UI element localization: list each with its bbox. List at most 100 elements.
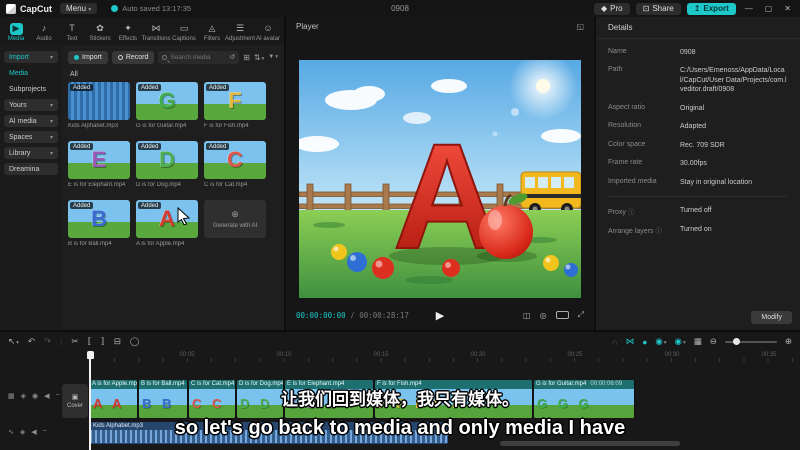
- hide-track-icon[interactable]: ◉: [32, 392, 38, 400]
- clip-a-apple[interactable]: A is for Apple.mp4 A A: [90, 380, 138, 418]
- modify-button[interactable]: Modify: [751, 311, 792, 324]
- tab-media[interactable]: ▶ Media: [2, 19, 30, 45]
- timeline-zoom-slider[interactable]: [724, 338, 777, 345]
- added-badge: Added: [70, 202, 94, 209]
- clip-b-ball[interactable]: B is for Ball.mp4 B B: [139, 380, 188, 418]
- clip-e-elephant[interactable]: E is for Elephant.mp4 E E E: [285, 380, 374, 418]
- media-card-f-fish[interactable]: Added F F is for Fish.mp4: [204, 82, 266, 129]
- share-button[interactable]: ⊡ Share: [635, 2, 681, 15]
- zoom-in-icon[interactable]: ⊕: [785, 336, 792, 347]
- split-icon[interactable]: ✂: [71, 336, 78, 347]
- playhead[interactable]: [86, 351, 94, 450]
- preview-scene: A: [299, 60, 581, 298]
- tab-transitions[interactable]: ⋈ Transitions: [141, 19, 170, 45]
- sidebar-item-ai-media[interactable]: AI media ▾: [4, 115, 58, 127]
- clip-g-guitar[interactable]: G is for Guitar.mp4 00:00:06:09 G G G: [534, 380, 635, 418]
- import-button[interactable]: Import: [68, 50, 108, 64]
- quality-badge[interactable]: [555, 311, 569, 319]
- undo-icon[interactable]: ↶: [28, 336, 35, 347]
- track-thumbnail-icon[interactable]: ▦: [8, 392, 15, 400]
- close-button[interactable]: ✕: [781, 4, 794, 13]
- collapse-track-icon[interactable]: −: [56, 392, 60, 400]
- tab-captions[interactable]: ▭ Captions: [170, 19, 198, 45]
- media-card-d-dog[interactable]: Added D D is for Dog.mp4: [136, 141, 198, 188]
- audio-track-header: ∿ ◈ ◀ −: [8, 428, 47, 436]
- play-button[interactable]: ▶: [436, 309, 444, 322]
- info-icon[interactable]: ⓘ: [628, 209, 635, 216]
- clip-f-fish[interactable]: F is for Fish.mp4 F F F F F: [375, 380, 533, 418]
- sidebar-item-import[interactable]: Import ▾: [4, 51, 58, 63]
- video-preview[interactable]: A: [299, 60, 581, 298]
- select-tool-icon[interactable]: ↖▾: [8, 336, 19, 347]
- tab-effects[interactable]: ✦ Effects: [114, 19, 142, 45]
- audio-waveform: [90, 430, 448, 443]
- cover-button[interactable]: ▣ Cover: [62, 384, 88, 418]
- sidebar-item-library[interactable]: Library ▾: [4, 147, 58, 159]
- info-icon[interactable]: ⓘ: [656, 228, 663, 235]
- collapse-track-icon[interactable]: −: [43, 428, 47, 436]
- magnet-icon[interactable]: ∩: [612, 337, 618, 347]
- horizontal-scrollbar[interactable]: [500, 441, 680, 446]
- zoom-out-icon[interactable]: ⊖: [710, 336, 717, 347]
- export-button[interactable]: ↥ Export: [686, 2, 736, 15]
- media-card-e-elephant[interactable]: Added E E is for Elephant.mp4: [68, 141, 130, 188]
- mute-track-icon[interactable]: ◀: [31, 428, 36, 436]
- inspect-icon[interactable]: ◎: [540, 311, 547, 320]
- compare-icon[interactable]: ◫: [523, 311, 531, 320]
- snap-icon[interactable]: ⋈: [626, 336, 635, 347]
- tab-filters[interactable]: ◬ Filters: [198, 19, 226, 45]
- lock-icon[interactable]: ◈: [21, 392, 26, 400]
- media-card-g-guitar[interactable]: Added G G is for Guitar.mp4: [136, 82, 198, 129]
- menu-button[interactable]: Menu ▾: [60, 3, 98, 14]
- minimize-button[interactable]: —: [742, 4, 756, 13]
- filter-icon[interactable]: ▼▾: [268, 54, 278, 60]
- timeline-ruler[interactable]: 00:05 00:10 00:15 00:20 00:25 00:30 00:3…: [0, 351, 800, 362]
- preview-frame-icon[interactable]: ▦: [694, 336, 702, 347]
- tab-ai-avatar[interactable]: ☺ AI avatar: [254, 19, 282, 45]
- record-button[interactable]: Record: [111, 50, 155, 64]
- sort-icon[interactable]: ⇅▾: [254, 53, 264, 62]
- tab-audio[interactable]: ♪ Audio: [30, 19, 58, 45]
- export-icon: ↥: [693, 4, 701, 13]
- section-label: All: [70, 71, 78, 78]
- search-input[interactable]: [170, 53, 227, 61]
- auto-ripple-icon[interactable]: ◉▾: [655, 336, 666, 347]
- delete-left-icon[interactable]: ⟦: [87, 336, 91, 347]
- fullscreen-icon[interactable]: ⤢: [578, 310, 584, 320]
- clip-d-dog[interactable]: D is for Dog.mp4 D D: [237, 380, 284, 418]
- grid-view-icon[interactable]: ⊞: [243, 53, 250, 62]
- sidebar-item-subprojects[interactable]: Subprojects: [4, 83, 58, 95]
- detail-row-name: Name 0908: [608, 48, 696, 56]
- sidebar-item-media[interactable]: Media: [4, 67, 58, 79]
- maximize-button[interactable]: ▢: [762, 4, 776, 13]
- redo-icon[interactable]: ↷: [44, 336, 51, 347]
- media-card-c-cat[interactable]: Added C C is for Cat.mp4: [204, 141, 266, 188]
- track-options-icon[interactable]: ◉▾: [675, 336, 686, 347]
- zoom-slider-knob[interactable]: [732, 338, 740, 345]
- sidebar-item-dreamina[interactable]: Dreamina: [4, 163, 58, 175]
- sidebar-item-spaces[interactable]: Spaces ▾: [4, 131, 58, 143]
- history-icon[interactable]: ↺: [229, 53, 235, 61]
- delete-icon[interactable]: ⊟: [114, 336, 121, 347]
- waveform-icon[interactable]: ∿: [8, 428, 14, 436]
- lock-icon[interactable]: ◈: [20, 428, 25, 436]
- search-box[interactable]: ↺: [158, 50, 240, 64]
- delete-right-icon[interactable]: ⟧: [101, 336, 105, 347]
- media-sidebar: Import ▾ Media Subprojects Yours ▾ AI medi…: [0, 45, 62, 330]
- pro-button[interactable]: ◆ Pro: [594, 2, 630, 15]
- link-icon[interactable]: ●: [642, 337, 647, 347]
- freeze-icon[interactable]: ◯: [130, 336, 140, 347]
- generate-with-ai-card[interactable]: ⊕ Generate with AI: [204, 200, 266, 247]
- sidebar-item-yours[interactable]: Yours ▾: [4, 99, 58, 111]
- tab-adjustment[interactable]: ☰ Adjustment: [225, 19, 255, 45]
- tab-stickers[interactable]: ✿ Stickers: [86, 19, 114, 45]
- tab-text[interactable]: T Text: [58, 19, 86, 45]
- player-view-icon[interactable]: ◱: [576, 22, 584, 31]
- clip-c-cat[interactable]: C is for Cat.mp4 C C: [189, 380, 236, 418]
- audio-clip-kids-alphabet[interactable]: Kids Alphabet.mp3: [90, 422, 448, 444]
- chevron-down-icon: ▾: [49, 54, 53, 61]
- mute-track-icon[interactable]: ◀: [44, 392, 49, 400]
- media-card-kids-alphabet[interactable]: Added Kids Alphabet.mp3: [68, 82, 130, 129]
- detail-row-frame-rate: Frame rate 30.00fps: [608, 159, 707, 168]
- media-card-b-ball[interactable]: Added B B is for Ball.mp4: [68, 200, 130, 247]
